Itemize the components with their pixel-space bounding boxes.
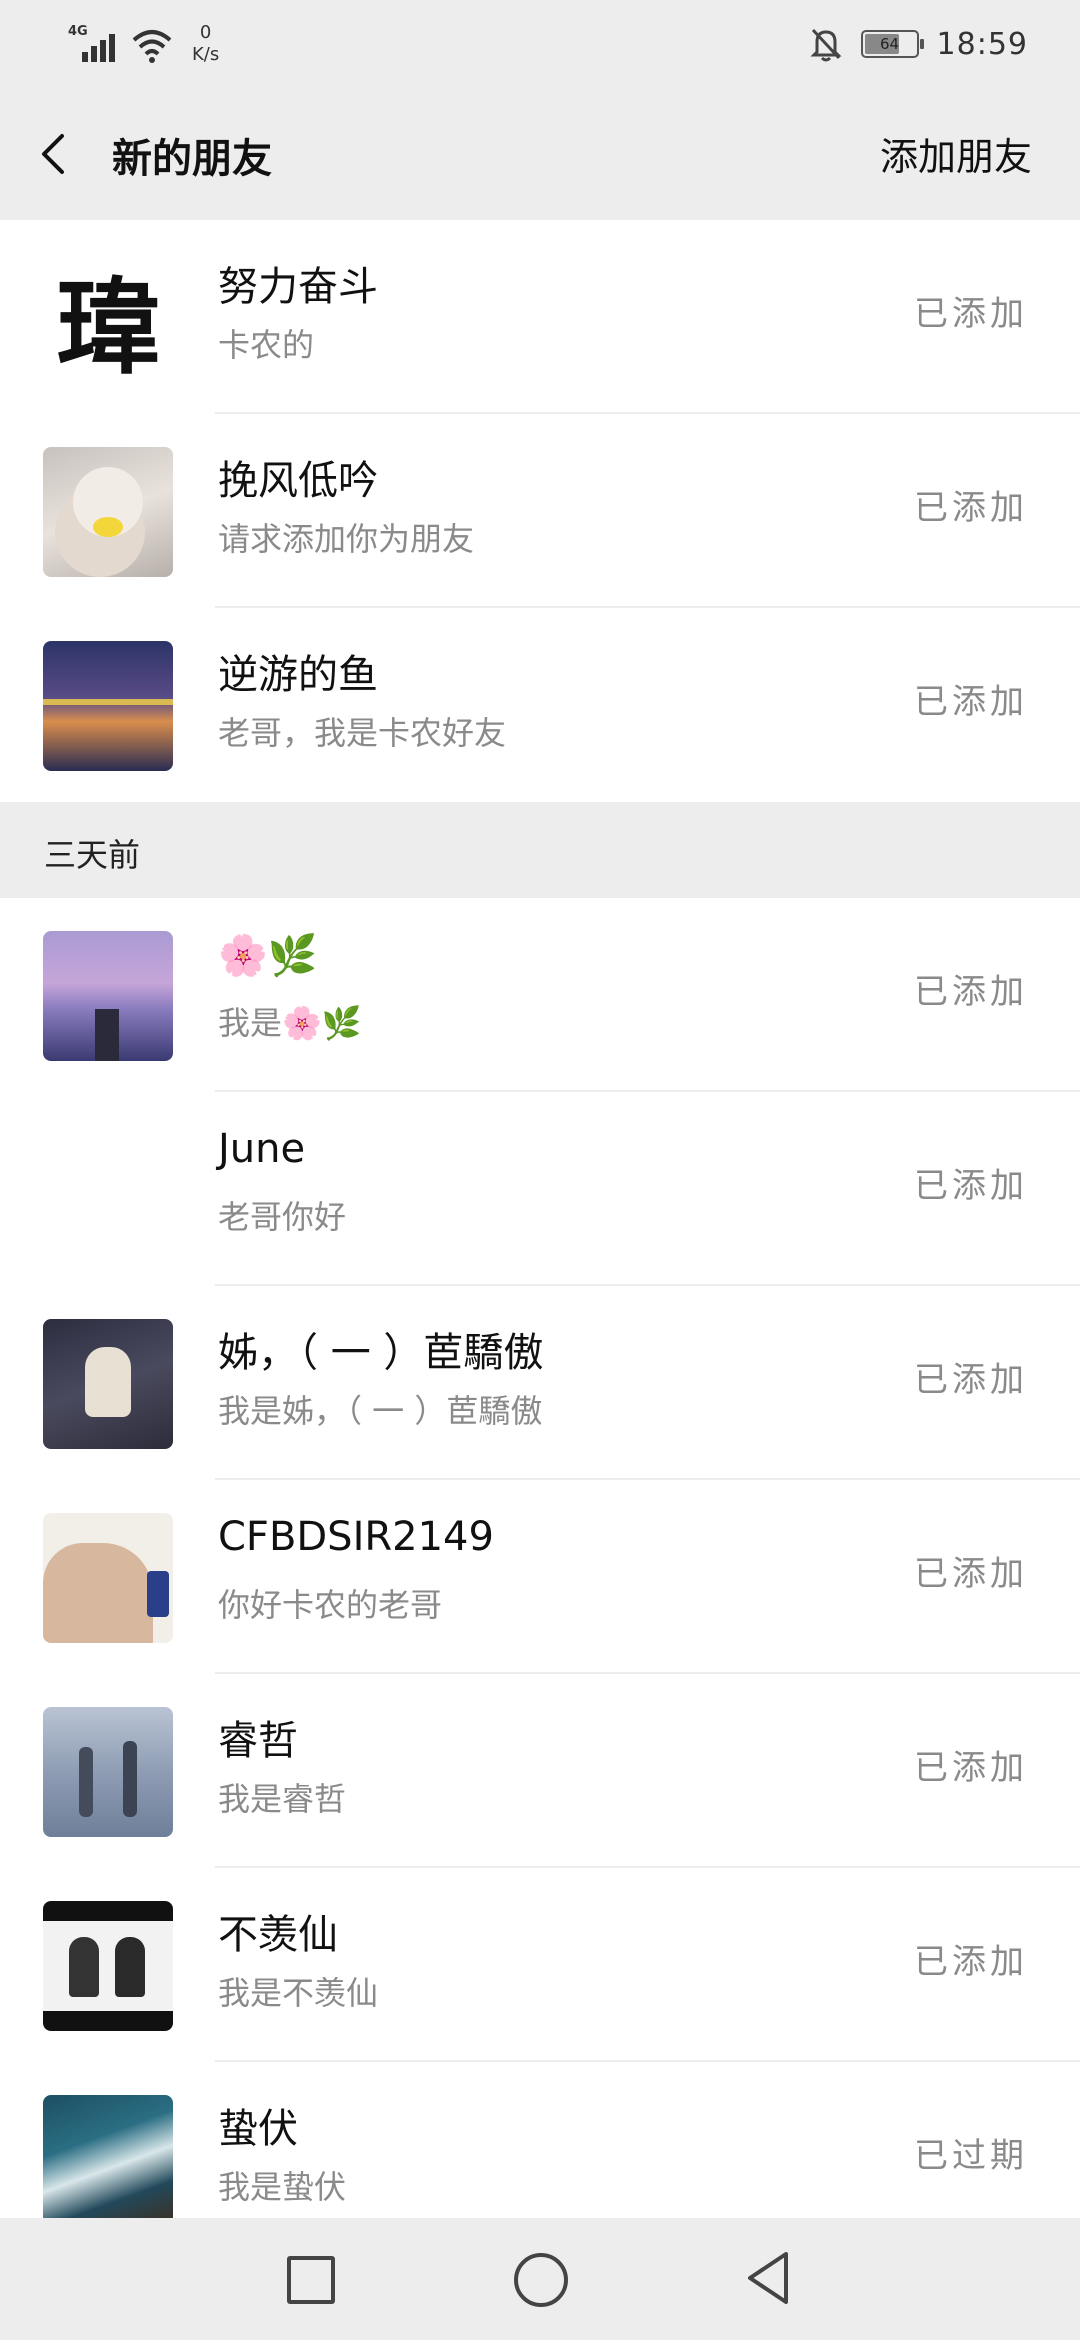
status-label: 已添加 <box>914 1748 1028 1788</box>
contact-name: 姊，（ 一 ）茞驕傲 <box>218 1330 544 1376</box>
recent-apps-icon[interactable] <box>287 2256 335 2304</box>
avatar <box>43 1125 173 1255</box>
request-message: 请求添加你为朋友 <box>218 520 475 558</box>
back-arrow-icon[interactable] <box>34 124 74 184</box>
status-bar-right: 64 18:59 <box>809 22 1028 66</box>
contact-name: 挽风低吟 <box>218 458 378 504</box>
wifi-icon <box>132 30 172 63</box>
status-label: 已添加 <box>914 1942 1028 1982</box>
add-friend-button[interactable]: 添加朋友 <box>880 126 1032 181</box>
avatar <box>43 641 173 771</box>
status-label: 已添加 <box>914 1360 1028 1400</box>
contact-name: 蛰伏 <box>218 2106 298 2152</box>
request-message: 我是蛰伏 <box>218 2168 347 2206</box>
list-item[interactable]: 不羡仙 我是不羡仙 已添加 <box>0 1868 1080 2062</box>
bell-muted-icon <box>809 28 842 62</box>
battery-icon: 64 <box>860 30 924 58</box>
list-item[interactable]: 🌸🌿 我是🌸🌿 已添加 <box>0 898 1080 1092</box>
avatar <box>43 931 173 1061</box>
avatar <box>43 1707 173 1837</box>
speed-unit: K/s <box>192 44 220 65</box>
status-label: 已添加 <box>914 294 1028 334</box>
contact-name: 睿哲 <box>218 1718 298 1764</box>
speed-value: 0 <box>199 22 212 43</box>
list-item[interactable]: 瑋 努力奋斗 卡农的 已添加 <box>0 220 1080 414</box>
contact-name: 不羡仙 <box>218 1912 338 1958</box>
list-item[interactable]: 逆游的鱼 老哥，我是卡农好友 已添加 <box>0 608 1080 802</box>
avatar <box>43 1513 173 1643</box>
section-label: 三天前 <box>44 836 141 874</box>
avatar <box>43 2095 173 2225</box>
avatar <box>43 1319 173 1449</box>
top-bar: 新的朋友 添加朋友 <box>0 90 1080 220</box>
request-message: 卡农的 <box>218 326 315 364</box>
friend-request-list: 瑋 努力奋斗 卡农的 已添加 挽风低吟 请求添加你为朋友 已添加 逆游的鱼 老哥… <box>0 220 1080 2256</box>
nav-back-icon[interactable] <box>744 2250 792 2306</box>
clock: 18:59 <box>936 26 1028 62</box>
request-message: 老哥你好 <box>218 1198 347 1236</box>
request-message: 我是不羡仙 <box>218 1974 379 2012</box>
network-type: 4G <box>68 24 88 39</box>
list-item[interactable]: CFBDSIR2149 你好卡农的老哥 已添加 <box>0 1480 1080 1674</box>
status-bar-left: 4G 0 K/s <box>68 22 219 70</box>
contact-name: 努力奋斗 <box>218 264 378 310</box>
list-item[interactable]: 睿哲 我是睿哲 已添加 <box>0 1674 1080 1868</box>
status-label: 已添加 <box>914 972 1028 1012</box>
avatar-text: 瑋 <box>55 265 160 384</box>
status-label: 已添加 <box>914 1554 1028 1594</box>
page-title: 新的朋友 <box>112 136 272 182</box>
contact-name: June <box>218 1126 306 1172</box>
home-icon[interactable] <box>514 2253 568 2307</box>
list-item[interactable]: 姊，（ 一 ）茞驕傲 我是姊，（ 一 ）茞驕傲 已添加 <box>0 1286 1080 1480</box>
request-message: 我是睿哲 <box>218 1780 347 1818</box>
status-label: 已过期 <box>914 2136 1028 2176</box>
avatar <box>43 447 173 577</box>
battery-level: 64 <box>879 35 900 53</box>
request-message: 你好卡农的老哥 <box>218 1586 443 1624</box>
request-message: 我是🌸🌿 <box>218 1004 362 1042</box>
request-message: 老哥，我是卡农好友 <box>218 714 507 752</box>
section-header: 三天前 <box>0 802 1080 898</box>
list-item[interactable]: June 老哥你好 已添加 <box>0 1092 1080 1286</box>
status-bar: 4G 0 K/s 64 18:59 <box>0 0 1080 90</box>
request-message: 我是姊，（ 一 ）茞驕傲 <box>218 1392 543 1430</box>
status-label: 已添加 <box>914 488 1028 528</box>
list-item[interactable]: 挽风低吟 请求添加你为朋友 已添加 <box>0 414 1080 608</box>
contact-name: CFBDSIR2149 <box>218 1514 494 1560</box>
signal-icon: 4G <box>68 22 120 66</box>
avatar <box>43 1901 173 2031</box>
status-label: 已添加 <box>914 1166 1028 1206</box>
network-speed: 0 K/s <box>192 22 219 66</box>
status-label: 已添加 <box>914 682 1028 722</box>
system-nav-bar <box>0 2218 1080 2340</box>
avatar: 瑋 <box>43 253 173 383</box>
contact-name: 🌸🌿 <box>218 933 318 979</box>
contact-name: 逆游的鱼 <box>218 652 378 698</box>
